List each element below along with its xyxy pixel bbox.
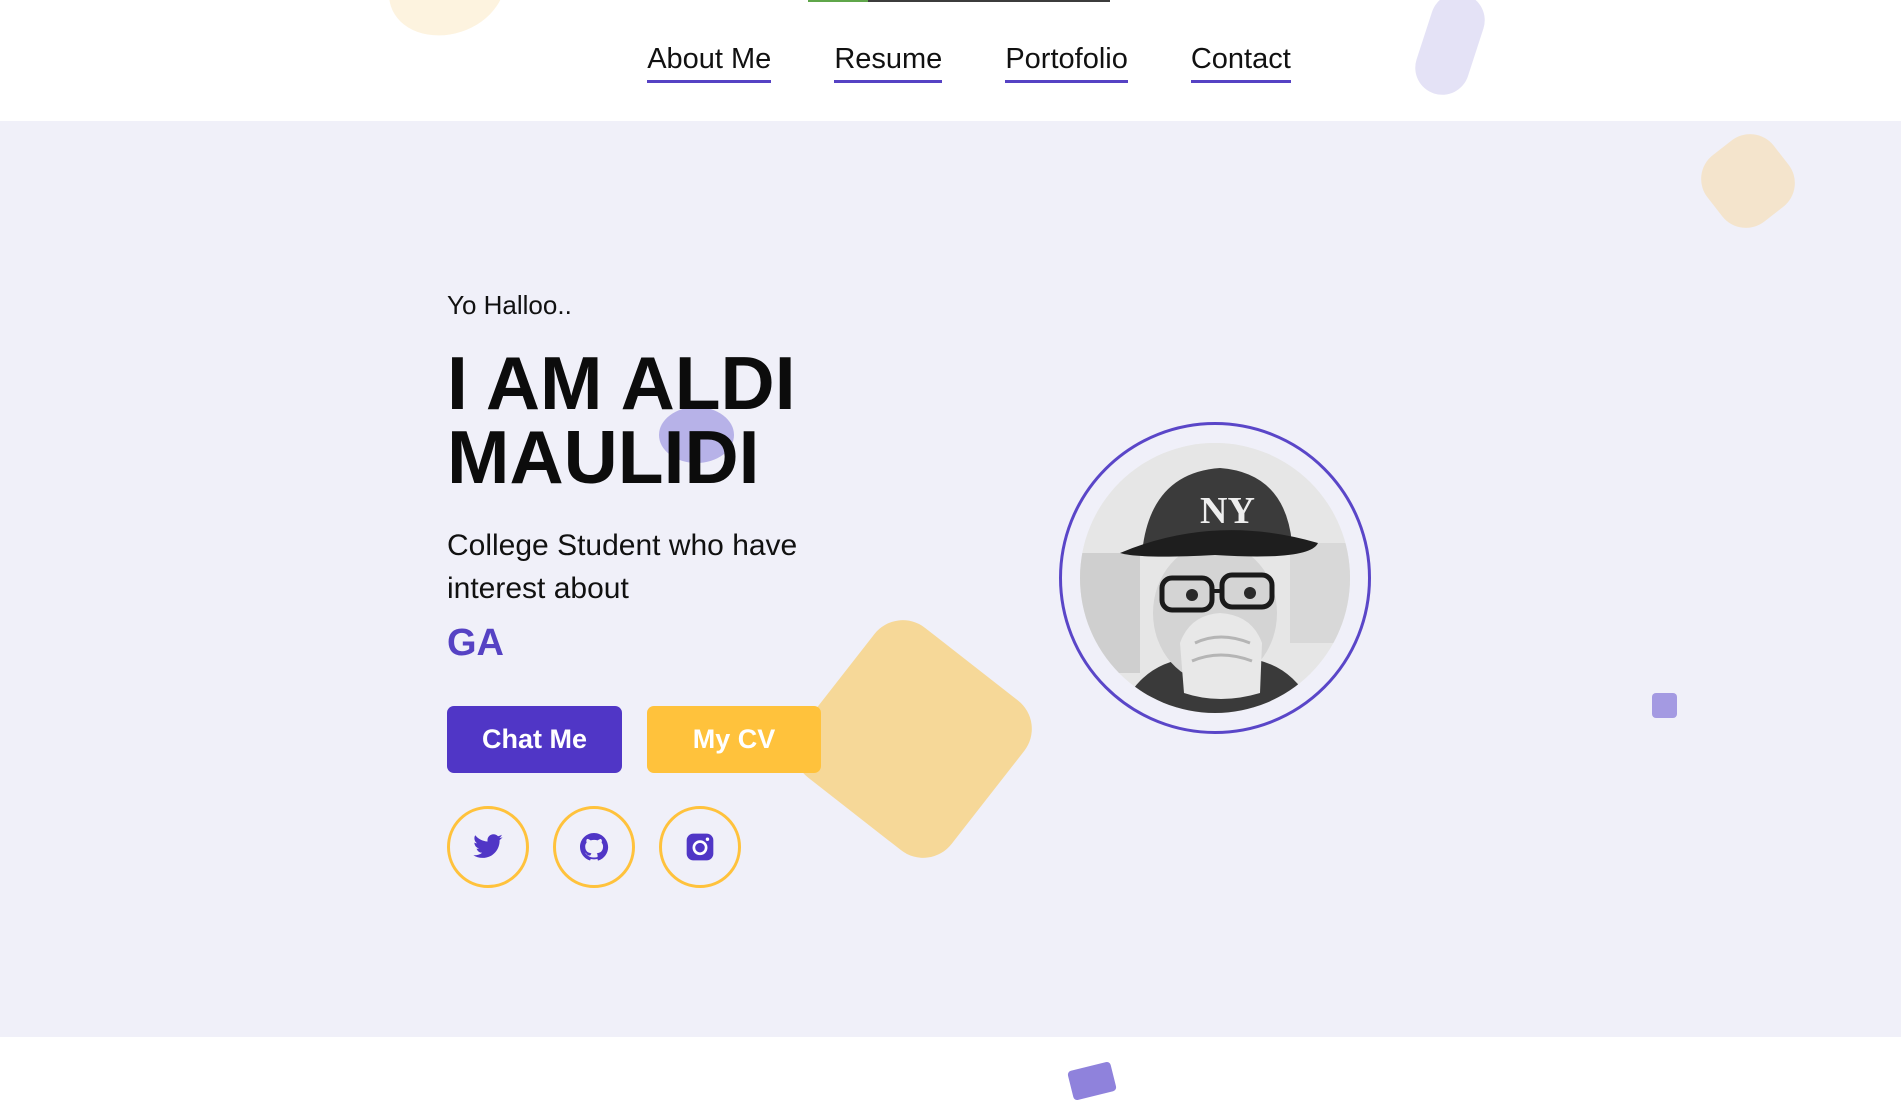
decorative-square xyxy=(1067,1061,1117,1101)
avatar-frame: NY xyxy=(1059,422,1371,734)
avatar: NY xyxy=(1080,443,1350,713)
nav-link-contact[interactable]: Contact xyxy=(1190,40,1291,83)
nav-list: About Me Resume Portofolio Contact xyxy=(610,40,1291,83)
hero-subtitle: College Student who have interest about xyxy=(447,529,798,605)
instagram-icon xyxy=(684,831,716,863)
github-link[interactable] xyxy=(553,806,635,888)
nav-link-resume[interactable]: Resume xyxy=(834,40,943,83)
github-icon xyxy=(578,831,610,863)
decorative-square xyxy=(1652,693,1677,718)
top-navigation: About Me Resume Portofolio Contact xyxy=(0,0,1901,121)
nav-link-about-me[interactable]: About Me xyxy=(647,40,772,83)
typed-text: GA xyxy=(447,622,504,664)
greeting-text: Yo Halloo.. xyxy=(447,290,572,320)
chat-me-button[interactable]: Chat Me xyxy=(447,706,622,773)
hero-title: I AM ALDI MAULIDI xyxy=(447,341,796,499)
hero-section: Yo Halloo.. I AM ALDI MAULIDI College St… xyxy=(0,121,1901,1037)
twitter-link[interactable] xyxy=(447,806,529,888)
decorative-blob xyxy=(1689,122,1807,240)
svg-text:NY: NY xyxy=(1200,490,1255,532)
twitter-icon xyxy=(472,831,504,863)
nav-link-portofolio[interactable]: Portofolio xyxy=(1005,40,1128,83)
instagram-link[interactable] xyxy=(659,806,741,888)
my-cv-button[interactable]: My CV xyxy=(647,706,821,773)
